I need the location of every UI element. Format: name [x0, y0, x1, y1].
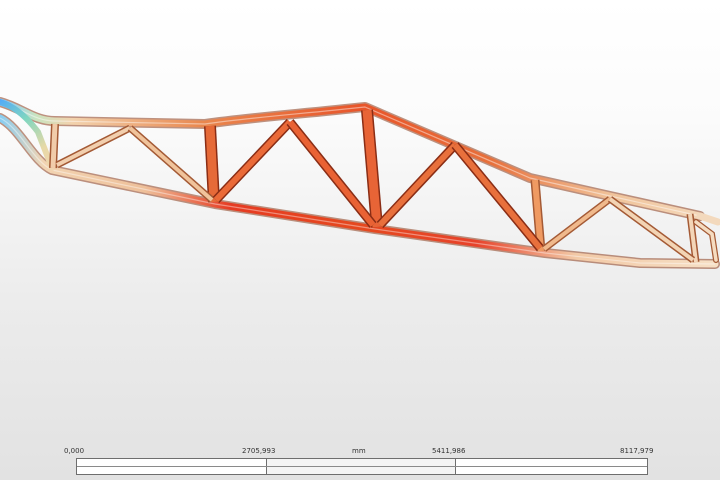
scale-unit-label: mm — [352, 447, 366, 455]
scale-bar: 0,000 2705,993 mm 5411,986 8117,979 — [0, 440, 720, 480]
scale-tick-label: 8117,979 — [620, 447, 654, 455]
scale-tick-label: 5411,986 — [432, 447, 466, 455]
right-end-segment — [693, 219, 719, 263]
model-viewport[interactable] — [0, 0, 720, 440]
scale-bar-midline — [77, 466, 647, 467]
scale-tick-label: 2705,993 — [242, 447, 276, 455]
scale-bar-track — [76, 458, 648, 475]
truss-model — [0, 97, 720, 269]
scale-tick-label: 0,000 — [64, 447, 85, 455]
